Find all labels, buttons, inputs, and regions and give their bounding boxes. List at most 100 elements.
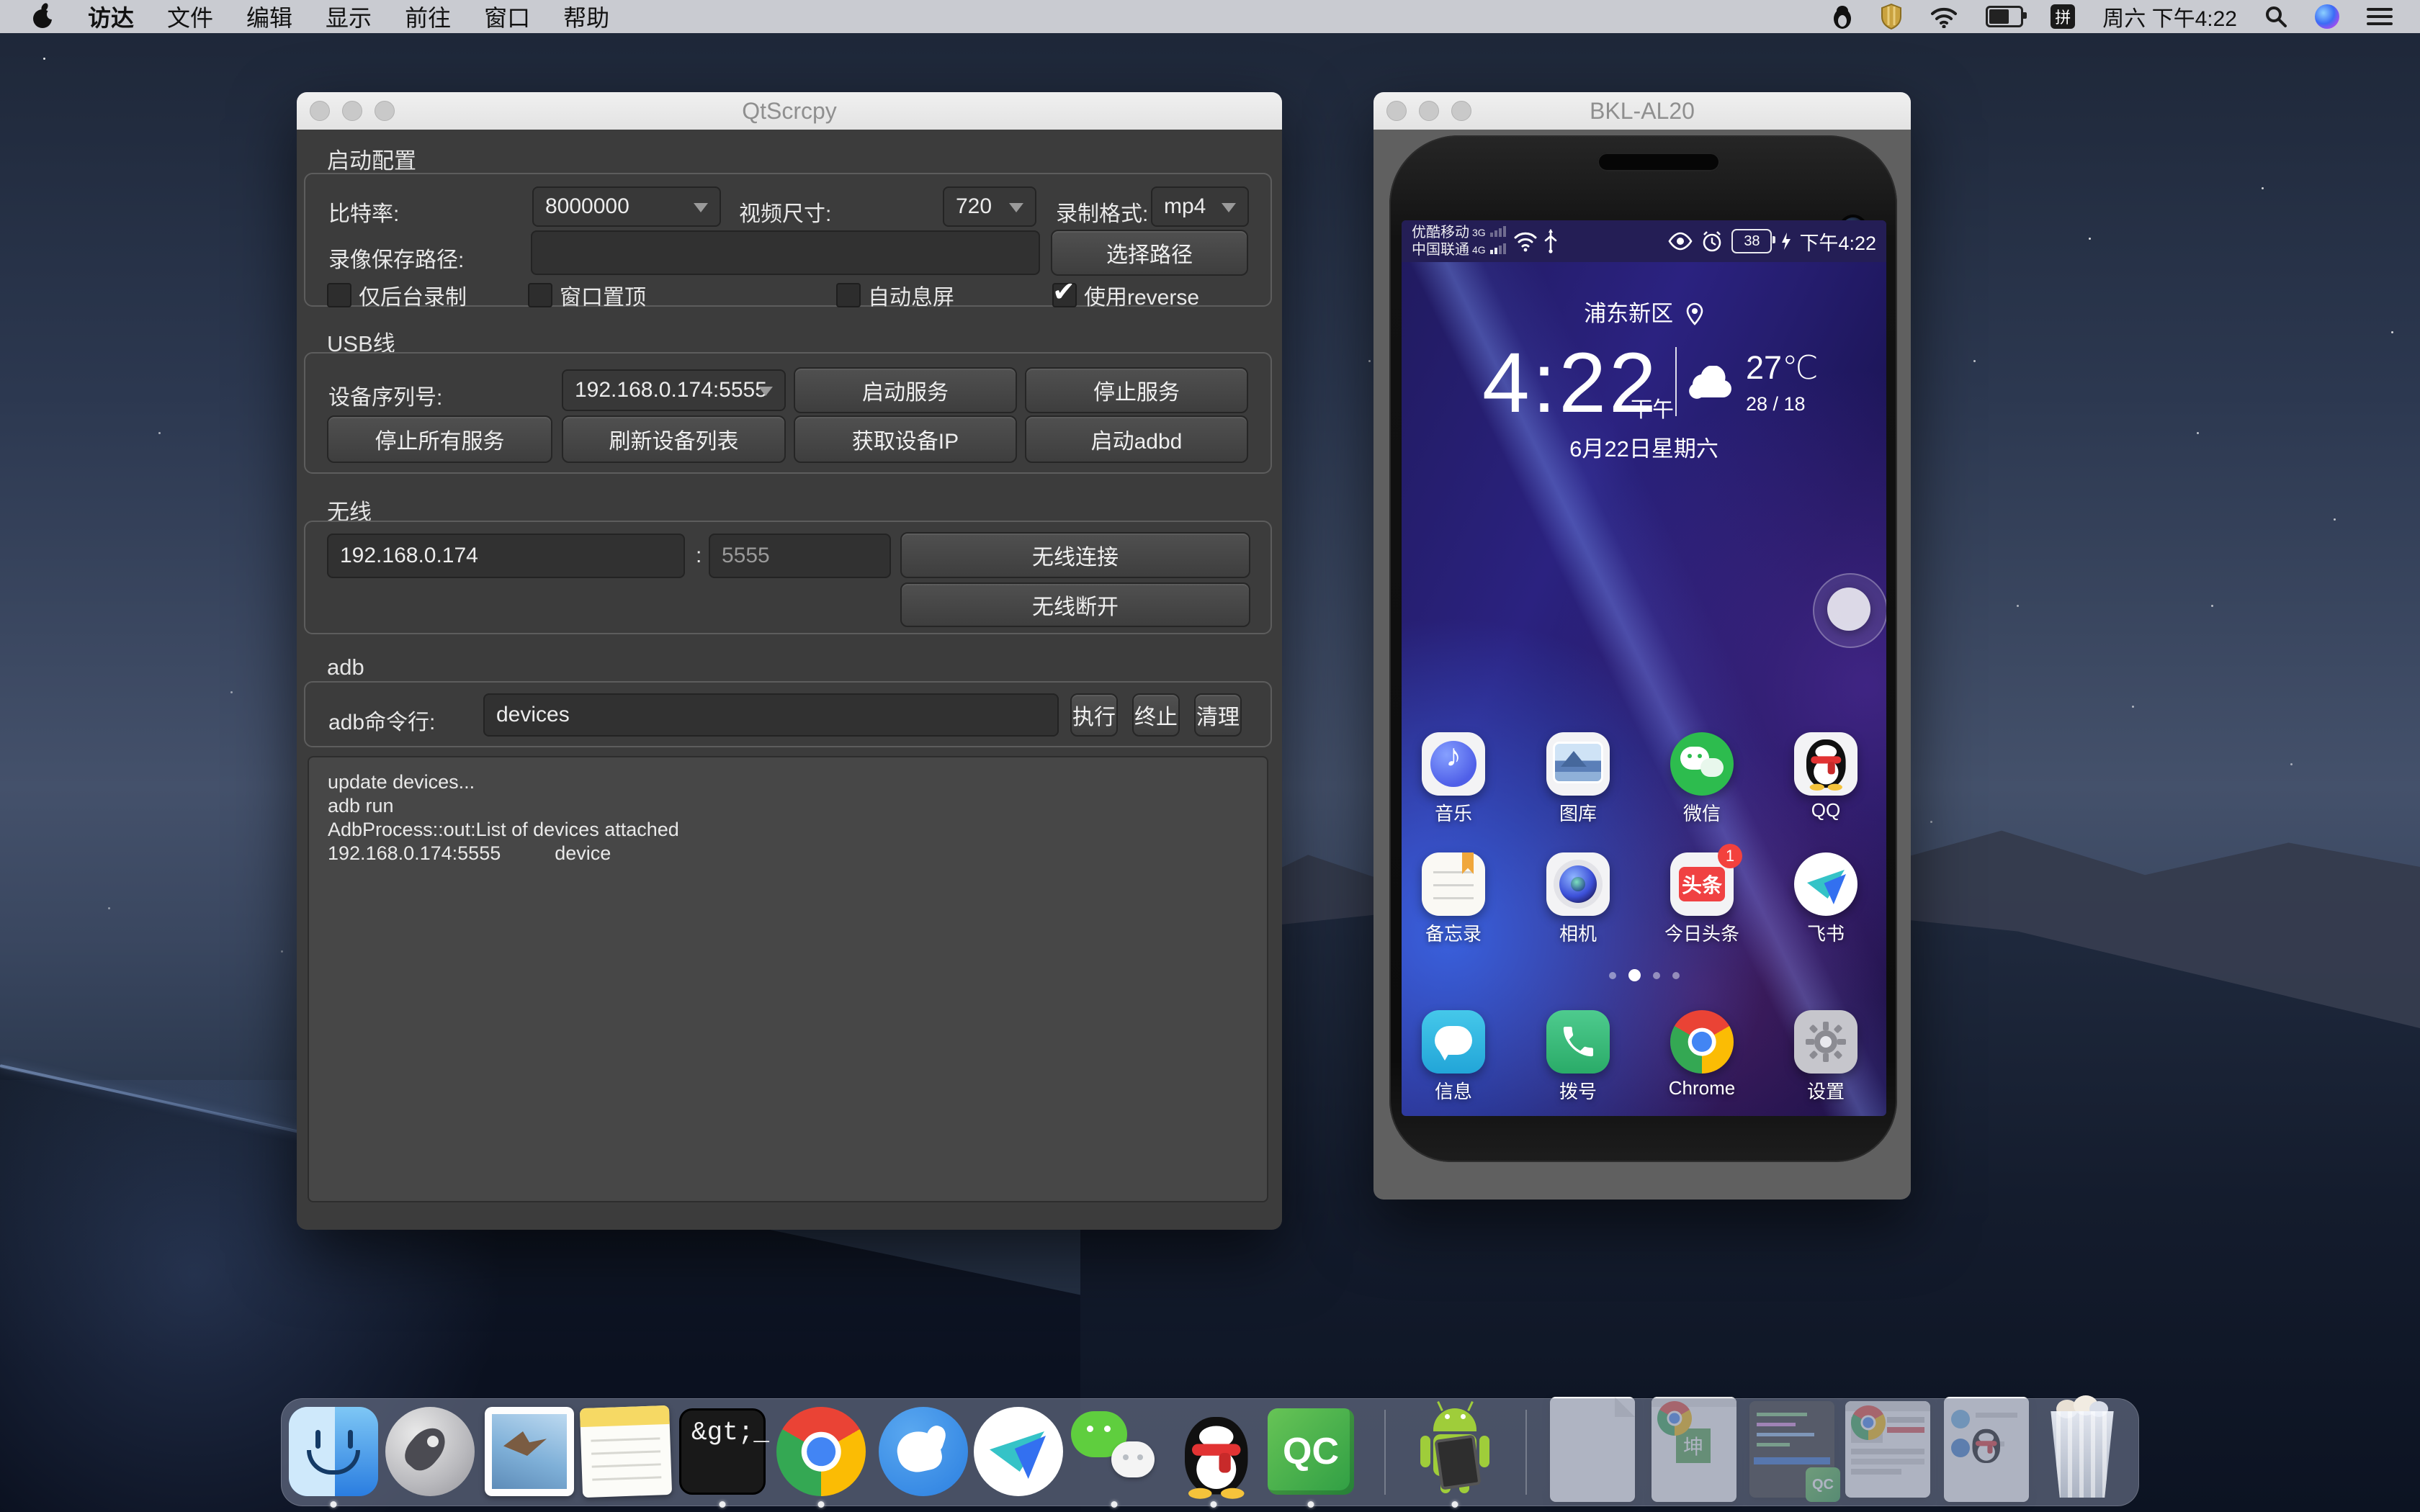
stop-all-services-button[interactable]: 停止所有服务 [327,415,552,463]
dock-item-wechat[interactable] [1067,1404,1162,1499]
dock-item-trash[interactable] [2035,1404,2130,1499]
get-device-ip-button[interactable]: 获取设备IP [794,415,1017,463]
adb-command-input[interactable]: devices [483,693,1059,737]
checkbox-box[interactable] [327,283,351,307]
adb-execute-button[interactable]: 执行 [1070,693,1118,737]
carrier-1: 优酷移动 [1412,225,1469,240]
wireless-connect-button[interactable]: 无线连接 [900,532,1250,578]
checkbox-box-checked[interactable] [1052,283,1077,307]
page-dot-active[interactable] [1628,969,1641,981]
network-type-1: 3G [1472,227,1486,238]
chrome-dock-icon [776,1407,866,1496]
refresh-device-list-button[interactable]: 刷新设备列表 [562,415,786,463]
page-dot[interactable] [1653,972,1660,979]
phone-screen[interactable]: 优酷移动3G 中国联通4G [1402,220,1886,1116]
dock-item-qq[interactable] [1166,1404,1261,1499]
record-format-label: 录制格式: [1056,196,1148,228]
menu-help[interactable]: 帮助 [563,0,609,33]
device-serial-select[interactable]: 192.168.0.174:5555 [562,369,786,411]
page-dot[interactable] [1672,972,1680,979]
battery-menubar-icon[interactable] [1986,6,2023,27]
dock-item-launchpad[interactable] [382,1404,478,1499]
window-title: QtScrcpy [297,98,1282,125]
dock-item-qtcreator[interactable]: QC [1263,1404,1358,1499]
charging-bolt-icon [1780,232,1791,251]
record-path-input[interactable] [531,230,1040,275]
finder-icon [289,1407,378,1496]
menu-go[interactable]: 前往 [405,0,451,33]
dock-item-scrcpy-android[interactable] [1407,1404,1502,1499]
app-wechat[interactable] [1670,732,1734,796]
notification-badge: 1 [1718,844,1742,868]
app-toutiao[interactable]: 头条 1 [1670,852,1734,916]
wireless-disconnect-button[interactable]: 无线断开 [900,582,1250,627]
checkbox-background-record[interactable]: 仅后台录制 [327,279,467,311]
dock-item-mail[interactable] [482,1404,577,1499]
app-chrome[interactable] [1670,1010,1734,1074]
page-dot[interactable] [1609,972,1616,979]
input-method-icon[interactable]: 拼 [2051,4,2075,29]
adb-log-output[interactable]: update devices... adb run AdbProcess::ou… [308,756,1268,1202]
qtscrcpy-titlebar[interactable]: QtScrcpy [297,92,1282,130]
app-messages[interactable] [1422,1010,1485,1074]
choose-path-button[interactable]: 选择路径 [1051,230,1248,276]
phone-window-titlebar[interactable]: BKL-AL20 [1373,92,1911,130]
wireless-ip-input[interactable]: 192.168.0.174 [327,534,685,578]
checkbox-always-on-top[interactable]: 窗口置顶 [528,279,646,311]
phone-window-body: 优酷移动3G 中国联通4G [1373,130,1911,1200]
record-format-select[interactable]: mp4 [1151,186,1249,227]
wireless-port-input[interactable]: 5555 [709,534,891,578]
wifi-menubar-icon[interactable] [1930,5,1958,28]
wifi-status-icon [1513,230,1538,252]
start-adbd-button[interactable]: 启动adbd [1025,415,1248,463]
app-settings[interactable] [1794,1010,1857,1074]
menu-finder[interactable]: 访达 [88,0,134,33]
app-camera[interactable] [1546,852,1610,916]
section-launch-config: 启动配置 [327,143,416,175]
dock-item-finder[interactable] [286,1404,381,1499]
checkbox-box[interactable] [836,283,861,307]
floating-navigation-ball[interactable] [1827,588,1870,631]
menu-edit[interactable]: 编辑 [246,0,292,33]
menu-window[interactable]: 窗口 [484,0,530,33]
alarm-icon [1701,230,1723,252]
menubar-clock[interactable]: 周六 下午4:22 [2102,1,2237,32]
app-label: 飞书 [1762,919,1886,946]
dock-separator [1384,1410,1386,1495]
app-gallery[interactable] [1546,732,1610,796]
location-row[interactable]: 浦东新区 [1402,295,1886,328]
app-lark[interactable] [1794,852,1857,916]
menu-file[interactable]: 文件 [167,0,213,33]
app-music[interactable]: ♪ [1422,732,1485,796]
shield-menubar-icon[interactable] [1881,4,1902,30]
checkbox-screen-off[interactable]: 自动息屏 [836,279,954,311]
usb-group: 设备序列号: 192.168.0.174:5555 启动服务 停止服务 停止所有… [304,352,1272,474]
dock-item-chrome[interactable] [774,1404,869,1499]
app-dialer[interactable] [1546,1010,1610,1074]
checkbox-use-reverse[interactable]: 使用reverse [1052,279,1199,311]
apple-logo-icon[interactable] [32,3,55,30]
adb-terminate-button[interactable]: 终止 [1132,693,1180,737]
app-qq[interactable] [1794,732,1857,796]
stop-service-button[interactable]: 停止服务 [1025,367,1248,413]
usb-status-icon [1543,229,1558,253]
dock-item-terminal[interactable]: &gt;_ [675,1404,770,1499]
dock-item-notes[interactable] [578,1404,673,1499]
app-label: 音乐 [1402,799,1517,826]
qq-menubar-icon[interactable] [1832,4,1853,30]
menu-view[interactable]: 显示 [326,0,372,33]
dock-item-lark[interactable] [971,1404,1066,1499]
siri-icon[interactable] [2315,4,2339,29]
dock-item-blue-seal-app[interactable] [876,1404,971,1499]
start-service-button[interactable]: 启动服务 [794,367,1017,413]
phone-window-title: BKL-AL20 [1373,98,1911,125]
spotlight-search-icon[interactable] [2264,5,2287,28]
adb-clear-button[interactable]: 清理 [1194,693,1242,737]
video-size-select[interactable]: 720 [943,186,1036,227]
checkbox-box[interactable] [528,283,552,307]
notification-center-icon[interactable] [2367,8,2393,25]
app-memo[interactable] [1422,852,1485,916]
bitrate-select[interactable]: 8000000 [532,186,721,227]
weather-cloud-icon[interactable] [1688,366,1736,399]
blue-seal-icon [879,1407,968,1496]
